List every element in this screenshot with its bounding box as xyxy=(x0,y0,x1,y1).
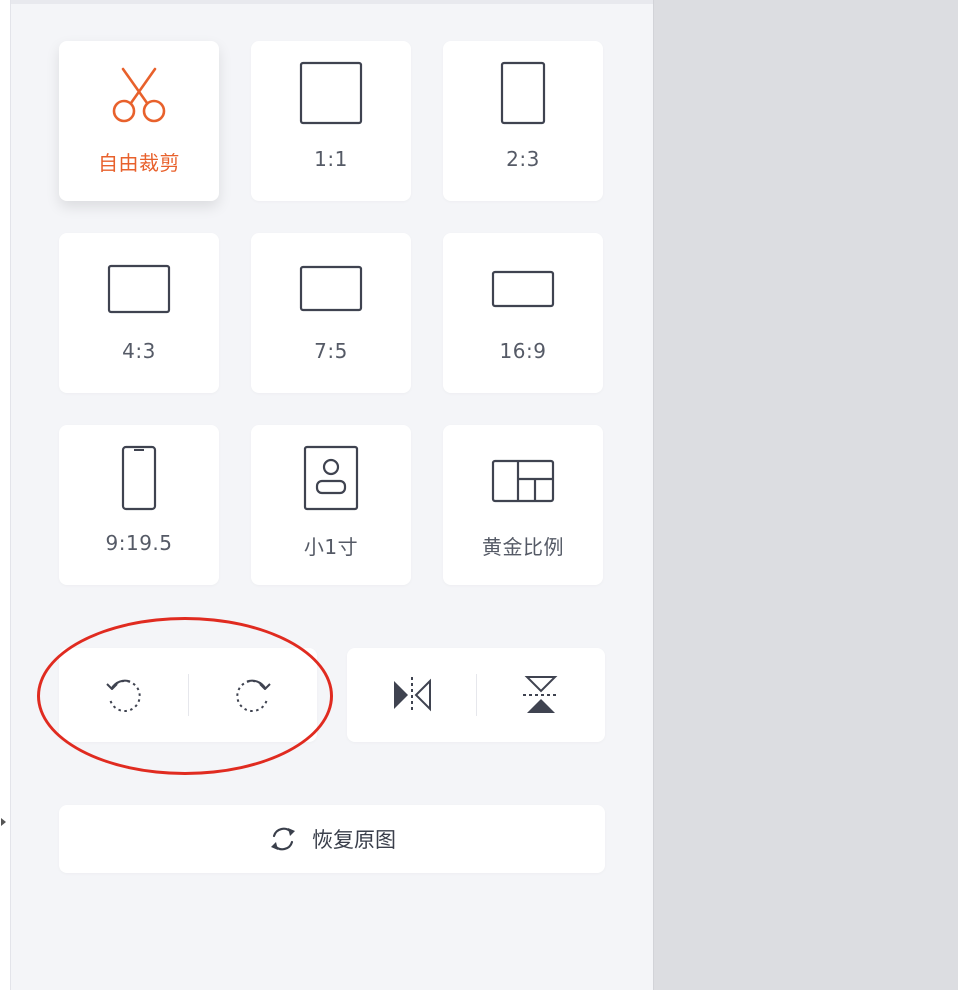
scissors-icon xyxy=(59,61,219,133)
portrait-frame-icon xyxy=(443,61,603,133)
ratio-small-1-inch[interactable]: 小1寸 xyxy=(251,425,411,585)
ratio-2-3[interactable]: 2:3 xyxy=(443,41,603,201)
ratio-16-9[interactable]: 16:9 xyxy=(443,233,603,393)
ratio-4-3[interactable]: 4:3 xyxy=(59,233,219,393)
flip-button-group xyxy=(347,648,605,742)
rotate-right-button[interactable] xyxy=(189,648,317,742)
restore-original-button[interactable]: 恢复原图 xyxy=(59,805,605,873)
rotate-left-button[interactable] xyxy=(59,648,188,742)
flip-vertical-icon xyxy=(523,676,559,713)
restore-label: 恢复原图 xyxy=(312,828,396,852)
landscape-frame-icon xyxy=(251,253,411,325)
id-photo-icon xyxy=(251,445,411,517)
ratio-7-5[interactable]: 7:5 xyxy=(251,233,411,393)
rotate-right-icon xyxy=(236,679,271,712)
ratio-label: 自由裁剪 xyxy=(98,151,180,175)
ratio-1-1[interactable]: 1:1 xyxy=(251,41,411,201)
image-canvas-area[interactable] xyxy=(653,0,958,990)
golden-ratio-grid-icon xyxy=(443,445,603,517)
landscape-frame-icon xyxy=(59,253,219,325)
ratio-label: 小1寸 xyxy=(303,535,359,559)
refresh-icon xyxy=(271,827,295,851)
flip-horizontal-icon xyxy=(393,677,431,713)
rotate-left-icon xyxy=(105,679,141,712)
ratio-label: 16:9 xyxy=(499,339,547,363)
rotate-button-group xyxy=(59,648,317,742)
flip-vertical-button[interactable] xyxy=(477,648,605,742)
ratio-label: 1:1 xyxy=(314,147,348,171)
ratio-free-crop[interactable]: 自由裁剪 xyxy=(59,41,219,201)
caret-right-icon[interactable] xyxy=(1,818,6,826)
phone-icon xyxy=(59,445,219,517)
ratio-label: 7:5 xyxy=(314,339,348,363)
ratio-golden[interactable]: 黄金比例 xyxy=(443,425,603,585)
ratio-9-19-5[interactable]: 9:19.5 xyxy=(59,425,219,585)
square-frame-icon xyxy=(251,61,411,133)
left-collapse-strip[interactable] xyxy=(0,0,11,990)
ratio-label: 2:3 xyxy=(506,147,540,171)
ratio-label: 4:3 xyxy=(122,339,156,363)
ratio-label: 9:19.5 xyxy=(105,531,173,555)
wide-frame-icon xyxy=(443,253,603,325)
ratio-label: 黄金比例 xyxy=(482,535,564,559)
flip-horizontal-button[interactable] xyxy=(347,648,476,742)
